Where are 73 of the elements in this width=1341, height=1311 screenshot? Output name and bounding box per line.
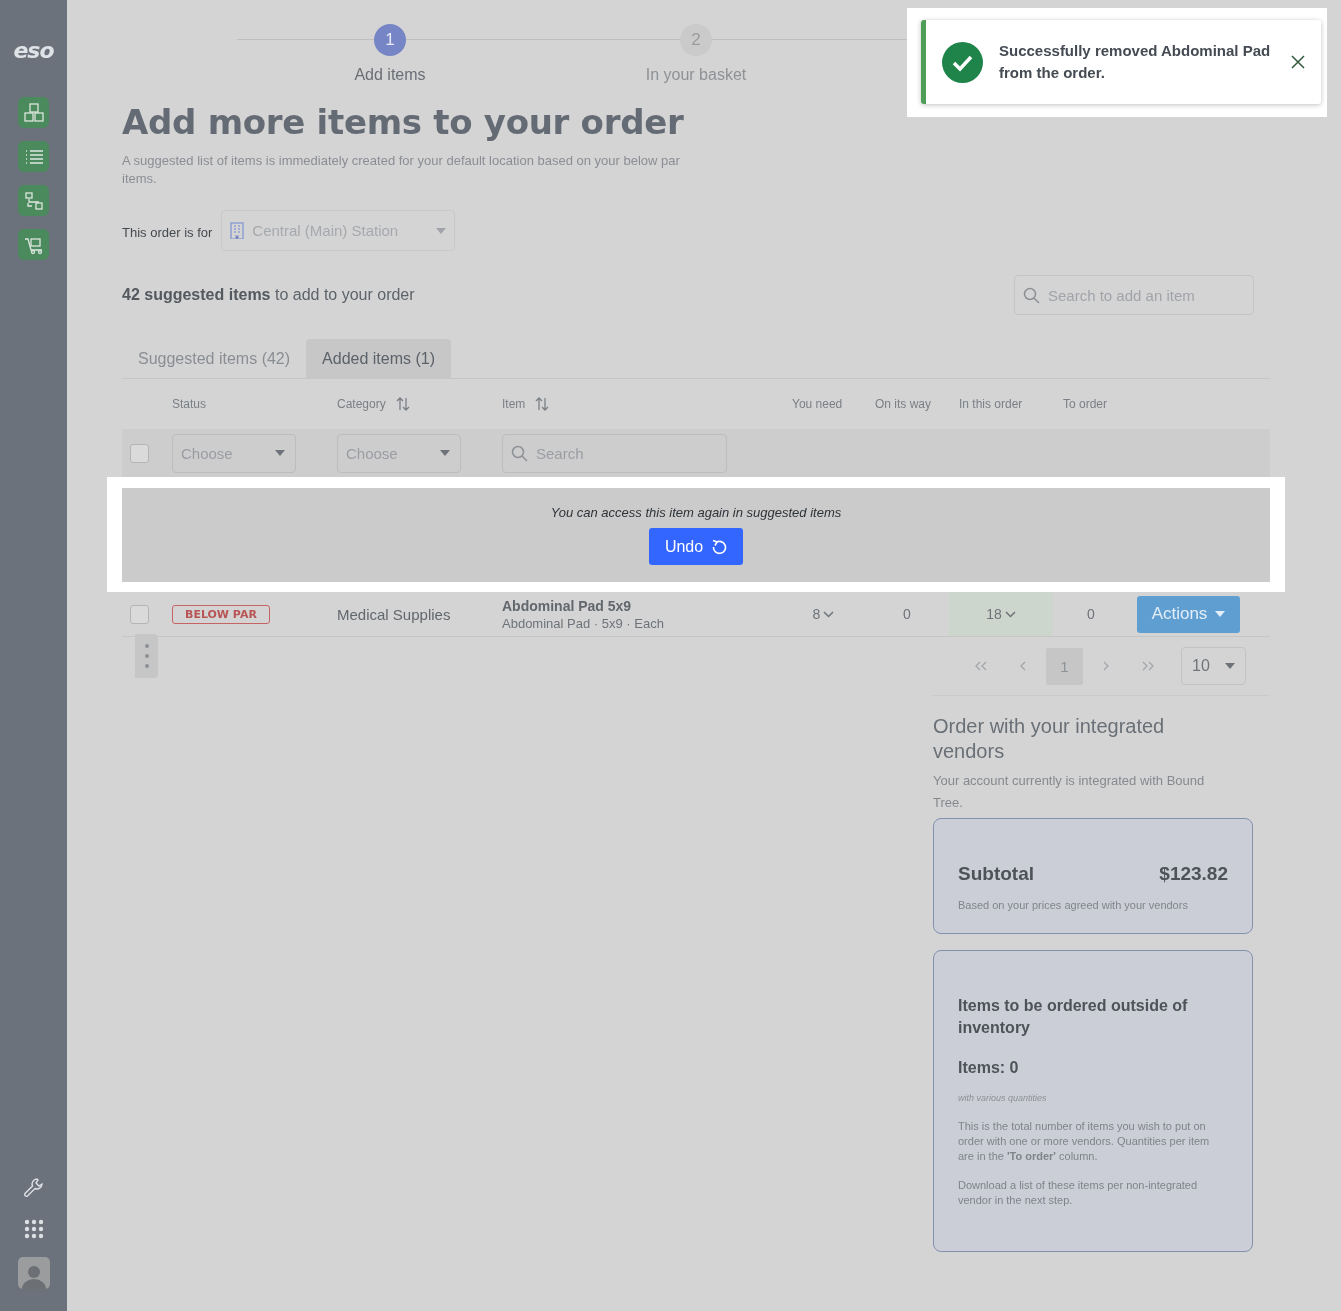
page-description: A suggested list of items is immediately created for your default location based on your below par items. [122, 152, 681, 188]
you-need-value[interactable]: 8 [812, 606, 821, 622]
actions-button[interactable]: Actions [1137, 595, 1240, 633]
caret-icon [440, 450, 450, 456]
apps-grid-icon[interactable] [23, 1219, 44, 1239]
wrench-icon[interactable] [22, 1177, 45, 1199]
chevron-left-icon [1019, 661, 1027, 671]
caret-icon [1225, 663, 1235, 669]
undo-message: You can access this item again in suggested items [550, 505, 842, 520]
search-icon [1023, 286, 1040, 304]
chevron-right-icon [1102, 661, 1110, 671]
sort-icon[interactable] [395, 397, 410, 411]
double-chevron-right-icon [1141, 661, 1155, 671]
subtotal-value: $123.82 [1159, 863, 1228, 885]
row-checkbox[interactable] [130, 604, 149, 624]
undo-icon [711, 538, 728, 555]
boxes-icon [23, 102, 44, 123]
select-all-checkbox[interactable] [130, 443, 149, 463]
subtotal-note: Based on your prices agreed with your vendors [958, 899, 1189, 911]
nav-button[interactable] [18, 185, 49, 216]
caret-icon [436, 227, 447, 234]
avatar[interactable] [17, 1257, 50, 1289]
page-size-select[interactable]: 10 [1181, 647, 1246, 685]
step-number: 1 [374, 24, 406, 56]
outside-explanation: This is the total number of items you wish to put on order with one or more vendors. Quantities per item are in the 'To order' column. [958, 1119, 1211, 1164]
check-circle-icon [942, 41, 983, 83]
dots-vertical-icon [144, 643, 149, 669]
chevron-down-icon [1004, 610, 1016, 618]
person-silhouette-icon [20, 1263, 47, 1289]
subtotal-label: Subtotal [958, 863, 1034, 885]
column-header: On its way [875, 397, 931, 411]
in-order-value[interactable]: 18 [986, 606, 1002, 622]
caret-icon [1215, 611, 1226, 617]
step-label: Add items [354, 66, 426, 84]
tab[interactable]: Suggested items (42) [122, 339, 307, 378]
tab[interactable]: Added items (1) [306, 339, 451, 378]
item-detail: Abdominal Pad · 5x9 · Each [502, 615, 665, 631]
outside-title: Items to be ordered outside of inventory [958, 996, 1189, 1038]
quantities-hint: with various quantities [958, 1093, 1048, 1103]
nav-button[interactable] [18, 97, 49, 128]
item-name: Abdominal Pad 5x9 [502, 597, 633, 614]
location-label: This order is for [122, 225, 213, 240]
search-icon [511, 444, 528, 462]
column-header: Category [337, 397, 386, 411]
building-icon [230, 222, 245, 239]
sort-icon[interactable] [535, 397, 550, 411]
suggested-summary: 42 suggested items to add to your order [122, 286, 415, 304]
items-count: Items: 0 [958, 1059, 1020, 1077]
transfer-icon [23, 190, 44, 211]
on-its-way-value: 0 [903, 606, 911, 622]
chevron-down-icon [823, 610, 835, 618]
to-order-value: 0 [1087, 606, 1095, 622]
column-header: To order [1063, 397, 1108, 411]
nav-button[interactable] [18, 229, 49, 260]
caret-icon [275, 450, 285, 456]
toast-message: Successfully removed Abdominal Pad from the order. [999, 41, 1272, 83]
page-title: Add more items to your order [122, 102, 685, 142]
column-header: In this order [959, 397, 1023, 411]
double-chevron-left-icon [974, 661, 988, 671]
close-icon[interactable] [1291, 55, 1305, 69]
column-header: You need [792, 397, 843, 411]
nav-button[interactable] [18, 141, 49, 172]
column-header: Item [502, 397, 526, 411]
column-header: Status [172, 397, 207, 411]
category-cell-text: Medical Supplies [337, 605, 452, 623]
download-note: Download a list of these items per non-integrated vendor in the next step. [958, 1178, 1199, 1208]
vendors-title: Order with your integrated vendors [933, 714, 1166, 764]
logo[interactable]: eso [13, 38, 54, 63]
panel-handle[interactable] [135, 634, 158, 678]
vendors-description: Your account currently is integrated with Bound Tree. [933, 772, 1206, 812]
undo-button[interactable]: Undo [648, 528, 744, 565]
step-label: In your basket [645, 66, 747, 84]
status-tag: BELOW PAR [172, 604, 270, 624]
